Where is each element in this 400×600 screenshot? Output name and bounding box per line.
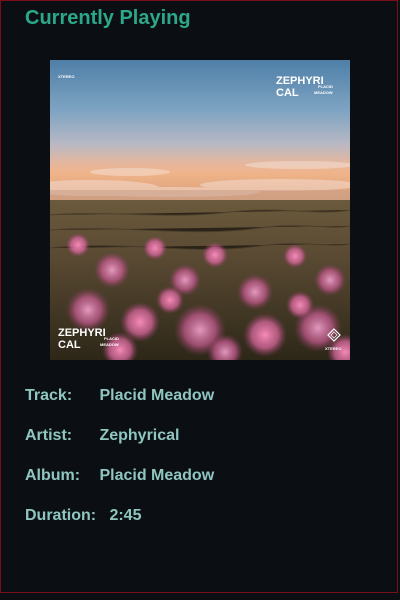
svg-text:PLACID: PLACID <box>104 336 119 341</box>
svg-text:MEADOW: MEADOW <box>314 90 333 95</box>
album-label: Album: <box>25 467 81 484</box>
album-value: Placid Meadow <box>99 467 215 484</box>
album-art: XTEREO ZEPHYRI CAL PLACID MEADOW ZEPHYRI… <box>50 60 350 360</box>
track-row: Track: Placid Meadow <box>25 387 214 405</box>
track-label: Track: <box>25 387 73 404</box>
svg-text:ZEPHYRI: ZEPHYRI <box>276 75 324 87</box>
artist-row: Artist: Zephyrical <box>25 427 179 445</box>
album-row: Album: Placid Meadow <box>25 467 214 485</box>
svg-text:ZEPHYRI: ZEPHYRI <box>58 327 106 339</box>
svg-text:PLACID: PLACID <box>318 84 333 89</box>
svg-text:CAL: CAL <box>276 87 299 99</box>
artist-label: Artist: <box>25 427 73 444</box>
track-value: Placid Meadow <box>99 387 215 404</box>
page-title: Currently Playing <box>25 7 191 29</box>
artist-value: Zephyrical <box>99 427 180 444</box>
duration-row: Duration: 2:45 <box>25 507 141 525</box>
duration-value: 2:45 <box>109 507 142 524</box>
album-art-label-top-left: XTEREO <box>58 74 74 79</box>
now-playing-panel: Currently Playing XTEREO ZEPHYRI CAL PLA… <box>0 0 398 593</box>
duration-label: Duration: <box>25 507 97 524</box>
album-art-label-bottom-right: XTEREO <box>325 346 341 351</box>
album-art-image: XTEREO ZEPHYRI CAL PLACID MEADOW ZEPHYRI… <box>50 60 350 360</box>
svg-text:MEADOW: MEADOW <box>100 342 119 347</box>
svg-text:CAL: CAL <box>58 339 81 351</box>
